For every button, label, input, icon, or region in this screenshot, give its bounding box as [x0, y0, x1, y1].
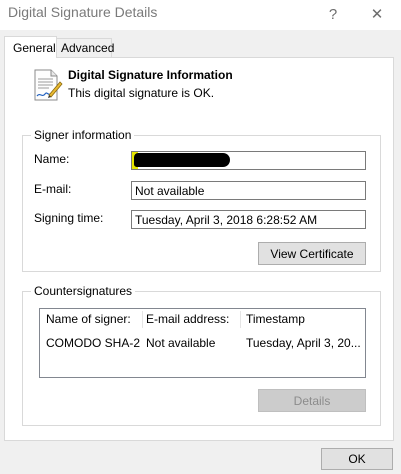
title-bar: Digital Signature Details ? ✕ [0, 0, 401, 30]
list-header: Name of signer: E-mail address: Timestam… [40, 309, 365, 329]
name-label: Name: [34, 152, 70, 166]
signing-time-label: Signing time: [34, 211, 104, 225]
signing-time-field[interactable]: Tuesday, April 3, 2018 6:28:52 AM [131, 210, 366, 229]
help-button[interactable]: ? [318, 2, 348, 26]
ok-button[interactable]: OK [321, 448, 393, 470]
column-separator[interactable] [142, 311, 143, 328]
timestamp-cell: Tuesday, April 3, 20... [246, 336, 361, 350]
signer-group-label: Signer information [31, 128, 135, 142]
column-header-email[interactable]: E-mail address: [146, 312, 238, 326]
email-cell: Not available [146, 336, 216, 350]
column-header-name[interactable]: Name of signer: [46, 312, 139, 326]
window-title: Digital Signature Details [8, 4, 158, 20]
signed-document-icon [34, 69, 63, 101]
close-button[interactable]: ✕ [362, 2, 392, 26]
tab-general[interactable]: General [4, 36, 57, 58]
signature-status-text: This digital signature is OK. [68, 86, 215, 100]
email-label: E-mail: [34, 182, 72, 196]
countersignatures-list[interactable]: Name of signer: E-mail address: Timestam… [39, 308, 366, 378]
countersignatures-group: Countersignatures Name of signer: E-mail… [22, 284, 381, 426]
column-header-timestamp[interactable]: Timestamp [246, 312, 362, 326]
name-field[interactable] [131, 151, 366, 170]
name-redaction [134, 153, 230, 167]
email-field[interactable]: Not available [131, 181, 366, 200]
table-row[interactable]: COMODO SHA-2... Not available Tuesday, A… [40, 333, 365, 353]
countersignatures-label: Countersignatures [31, 284, 136, 298]
tab-advanced[interactable]: Advanced [56, 38, 114, 58]
view-certificate-button[interactable]: View Certificate [258, 242, 366, 265]
general-panel: Digital Signature Information This digit… [4, 57, 394, 441]
column-separator[interactable] [240, 311, 241, 328]
signer-name-cell: COMODO SHA-2... [46, 336, 140, 350]
signer-information-group: Signer information Name: E-mail: Not ava… [22, 128, 381, 272]
details-button[interactable]: Details [258, 389, 366, 412]
signature-info-heading: Digital Signature Information [68, 68, 233, 82]
